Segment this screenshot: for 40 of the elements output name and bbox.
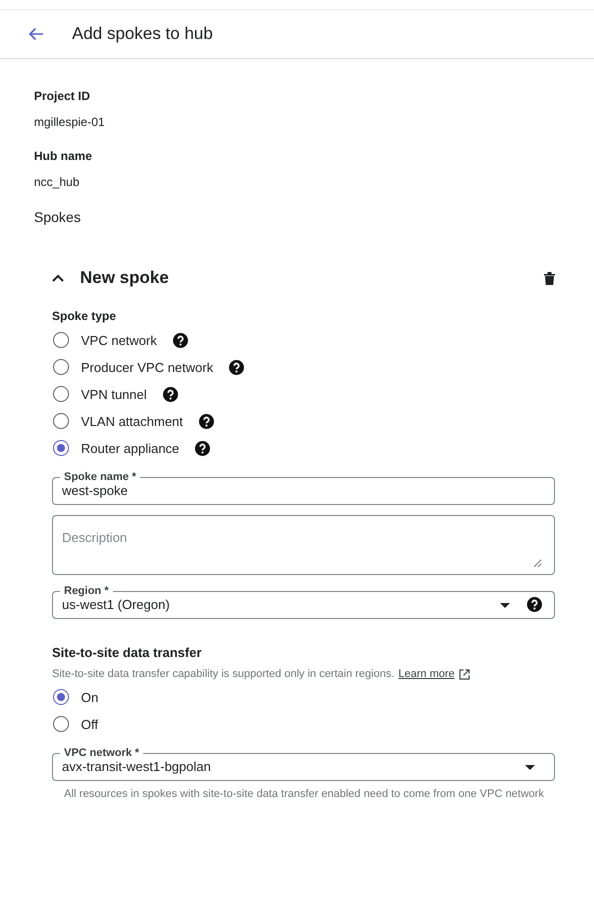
detail-value: mgillespie-01	[34, 115, 106, 129]
radio-label[interactable]: VPN tunnel	[81, 386, 147, 402]
detail-label: Hub name	[34, 149, 94, 165]
radio-label[interactable]: Router appliance	[81, 440, 180, 456]
text-field[interactable]: Spoke name * west-spoke	[52, 471, 555, 505]
trash-icon[interactable]	[544, 272, 555, 284]
detail-label: Project ID	[34, 89, 92, 105]
radio-button[interactable]	[53, 413, 69, 429]
section-heading: Spokes	[34, 209, 82, 225]
description-text: Site-to-site data transfer capability is supported only in certain regions.	[52, 668, 394, 680]
page-title: Add spokes to hub	[72, 24, 213, 44]
radio-button[interactable]	[53, 332, 69, 348]
help-icon[interactable]	[162, 386, 178, 402]
radio-label[interactable]: VPC network	[81, 332, 157, 348]
help-icon[interactable]	[172, 332, 188, 348]
radio-button[interactable]	[53, 689, 69, 705]
radio-button[interactable]	[53, 440, 69, 456]
radio-label[interactable]: Off	[81, 716, 98, 732]
text-area[interactable]: Description	[52, 515, 555, 575]
help-icon[interactable]	[198, 414, 214, 428]
section-heading: Site-to-site data transfer	[52, 645, 203, 660]
learn-more-link[interactable]: Learn more	[398, 668, 455, 680]
back-arrow-icon[interactable]	[28, 27, 44, 41]
radio-label[interactable]: On	[81, 690, 98, 704]
detail-value: ncc_hub	[34, 175, 80, 189]
help-icon[interactable]	[527, 597, 542, 612]
spoke-title: New spoke	[80, 268, 170, 288]
external-link-icon[interactable]	[458, 668, 470, 680]
dropdown-field[interactable]: Region * us-west1 (Oregon)	[52, 585, 555, 619]
help-icon[interactable]	[195, 440, 210, 456]
help-icon[interactable]	[229, 360, 244, 374]
radio-button[interactable]	[53, 716, 69, 732]
dropdown-field[interactable]: VPC network * avx-transit-west1-bgpolan	[52, 747, 555, 781]
field-label: Spoke type	[52, 309, 118, 323]
radio-button[interactable]	[53, 359, 69, 375]
radio-label[interactable]: Producer VPC network	[81, 360, 214, 374]
radio-button[interactable]	[53, 386, 69, 402]
helper-text: All resources in spokes with site-to-site data transfer enabled need to come from one VPC network	[64, 787, 545, 802]
collapse-chevron-icon[interactable]	[52, 274, 64, 282]
radio-label[interactable]: VLAN attachment	[81, 414, 183, 428]
